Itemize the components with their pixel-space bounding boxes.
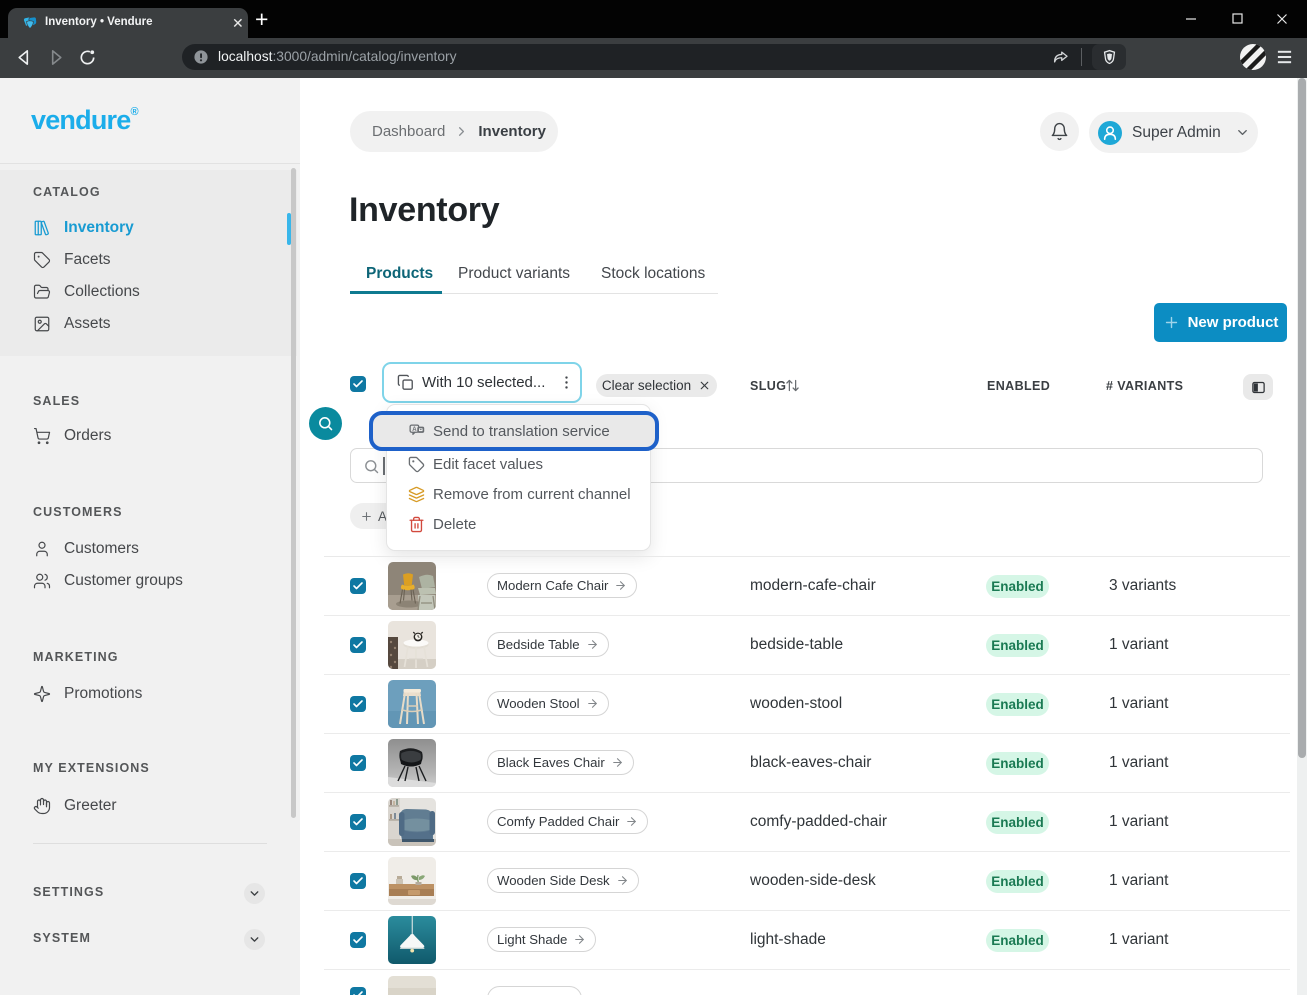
svg-text:A: A <box>412 426 417 432</box>
